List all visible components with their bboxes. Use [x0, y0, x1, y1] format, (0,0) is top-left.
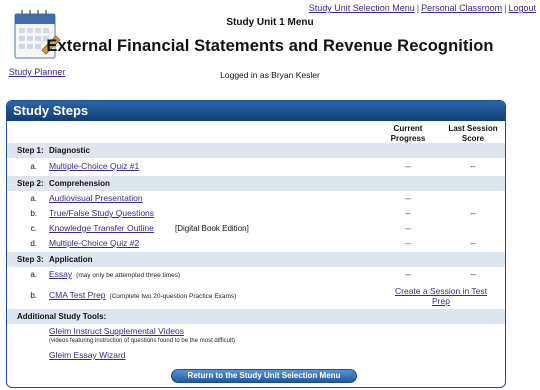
personal-classroom-link[interactable]: Personal Classroom — [421, 3, 502, 13]
supplemental-videos-note: (videos featuring instruction of questio… — [49, 338, 235, 344]
supplemental-videos-link[interactable]: Gleim Instruct Supplemental Videos — [49, 326, 184, 336]
list-item: b. True/False Study Questions -- -- — [7, 206, 505, 221]
study-steps-panel: Study Steps Current Progress Last Sessio… — [6, 100, 506, 388]
progress-value: -- — [405, 270, 411, 279]
score-value: -- — [470, 270, 476, 279]
step-header-row: Step 3: Application — [7, 252, 505, 267]
cma-test-prep-link[interactable]: CMA Test Prep — [49, 290, 106, 300]
score-value: -- — [470, 209, 476, 218]
page-title: External Financial Statements and Revenu… — [46, 37, 494, 55]
logout-link[interactable]: Logout — [508, 3, 536, 13]
progress-value: -- — [405, 239, 411, 248]
progress-value: -- — [405, 209, 411, 218]
item-letter: a. — [30, 194, 37, 203]
essay-link[interactable]: Essay — [49, 269, 72, 279]
item-letter: b. — [30, 209, 37, 218]
score-value: -- — [470, 239, 476, 248]
cma-test-prep-item: CMA Test Prep (Complete two 20-question P… — [49, 290, 236, 300]
study-unit-selection-link[interactable]: Study Unit Selection Menu — [309, 3, 415, 13]
essay-wizard-link[interactable]: Gleim Essay Wizard — [49, 350, 126, 360]
list-item: d. Multiple-Choice Quiz #2 -- -- — [7, 236, 505, 251]
true-false-questions-link[interactable]: True/False Study Questions — [49, 208, 154, 218]
top-nav: Study Unit Selection Menu | Personal Class… — [309, 3, 536, 13]
list-item: Gleim Instruct Supplemental Videos (vide… — [7, 324, 505, 348]
essay-item: Essay (may only be attempted three times) — [49, 269, 180, 279]
step-number: Step 1: — [17, 146, 44, 155]
unit-title: Study Unit 1 Menu — [226, 17, 314, 28]
audiovisual-presentation-link[interactable]: Audiovisual Presentation — [49, 193, 143, 203]
multiple-choice-quiz-1-link[interactable]: Multiple-Choice Quiz #1 — [49, 161, 139, 171]
additional-tools-header: Additional Study Tools: — [7, 309, 505, 324]
progress-value: -- — [405, 162, 411, 171]
list-item: Gleim Essay Wizard — [7, 348, 505, 363]
step-number: Step 3: — [17, 255, 44, 264]
progress-value: -- — [405, 224, 411, 233]
step-number: Step 2: — [17, 179, 44, 188]
step-header-row: Step 1: Diagnostic — [7, 143, 505, 158]
return-to-menu-button[interactable]: Return to the Study Unit Selection Menu — [171, 369, 357, 383]
essay-note: (may only be attempted three times) — [76, 272, 181, 279]
panel-title: Study Steps — [7, 101, 505, 121]
additional-tools-title: Additional Study Tools: — [17, 312, 107, 321]
step-name: Application — [49, 255, 93, 264]
nav-separator: | — [504, 3, 507, 13]
score-value: -- — [470, 162, 476, 171]
multiple-choice-quiz-2-link[interactable]: Multiple-Choice Quiz #2 — [49, 238, 139, 248]
item-letter: a. — [30, 162, 37, 171]
progress-value: -- — [405, 194, 411, 203]
item-letter: b. — [30, 291, 37, 300]
item-letter: d. — [30, 239, 37, 248]
list-item: b. CMA Test Prep (Complete two 20-questio… — [7, 285, 505, 309]
logged-in-text: Logged in as Bryan Kesler — [220, 70, 320, 80]
list-item: a. Audiovisual Presentation -- — [7, 191, 505, 206]
knowledge-transfer-outline-link[interactable]: Knowledge Transfer Outline — [49, 223, 154, 233]
create-session-link[interactable]: Create a Session in Test Prep — [391, 286, 491, 306]
item-letter: c. — [30, 224, 37, 233]
item-letter: a. — [30, 270, 37, 279]
list-item: a. Essay (may only be attempted three tim… — [7, 267, 505, 282]
list-item: c. Knowledge Transfer Outline [Digital B… — [7, 221, 505, 236]
digital-book-edition-label: [Digital Book Edition] — [175, 224, 249, 233]
step-header-row: Step 2: Comprehension — [7, 176, 505, 191]
step-name: Diagnostic — [49, 146, 90, 155]
nav-separator: | — [416, 3, 420, 13]
list-item: a. Multiple-Choice Quiz #1 -- -- — [7, 159, 505, 174]
step-name: Comprehension — [49, 179, 110, 188]
cma-test-prep-note: (Complete two 20-question Practice Exams… — [109, 293, 237, 300]
